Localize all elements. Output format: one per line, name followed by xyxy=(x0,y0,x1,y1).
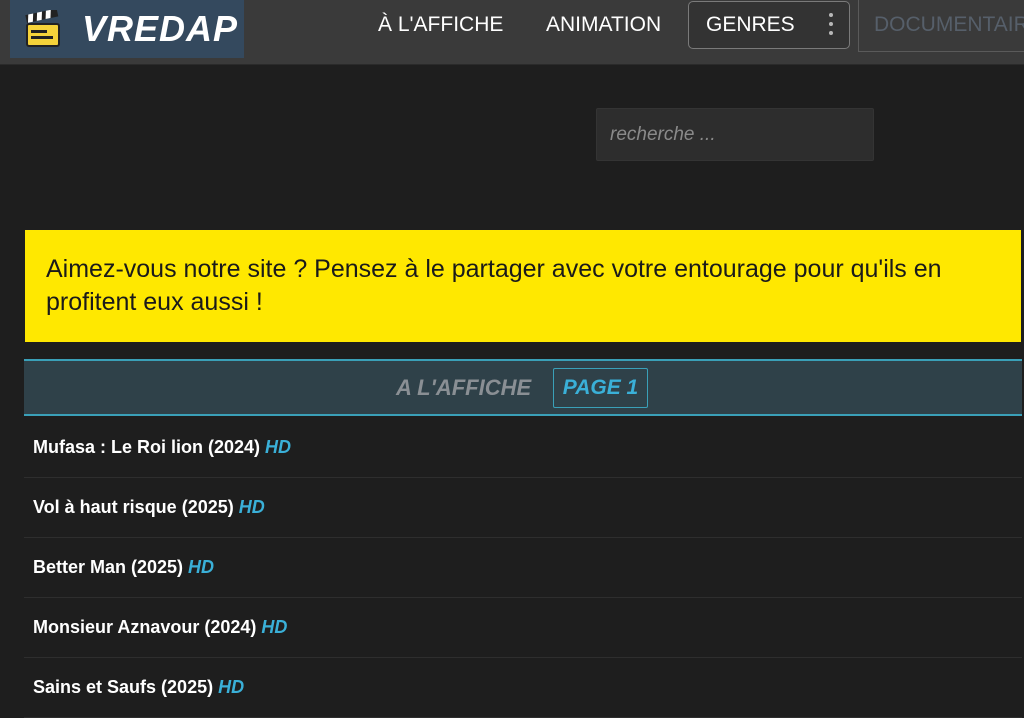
movie-title[interactable]: Better Man (2025) xyxy=(33,557,183,577)
movie-list-item[interactable]: Better Man (2025) HD xyxy=(24,538,1022,598)
quality-badge: HD xyxy=(218,677,245,697)
movie-title[interactable]: Monsieur Aznavour (2024) xyxy=(33,617,256,637)
quality-badge: HD xyxy=(265,437,292,457)
movie-list-item[interactable]: Sains et Saufs (2025) HD xyxy=(24,658,1022,718)
quality-badge: HD xyxy=(238,497,265,517)
movie-list-item[interactable]: Mufasa : Le Roi lion (2024) HD xyxy=(24,418,1022,478)
search-input[interactable] xyxy=(596,108,874,161)
nav-link-a-l-affiche[interactable]: À L'AFFICHE xyxy=(378,0,503,50)
movie-title[interactable]: Sains et Saufs (2025) xyxy=(33,677,213,697)
nav-genres-dropdown[interactable]: GENRES xyxy=(688,1,850,49)
site-logo[interactable]: VREDAP xyxy=(10,0,244,58)
section-header: A L'AFFICHE PAGE 1 xyxy=(24,359,1022,416)
top-navigation-bar: VREDAP À L'AFFICHE ANIMATION GENRES DOCU… xyxy=(0,0,1024,65)
movie-list-item[interactable]: Monsieur Aznavour (2024) HD xyxy=(24,598,1022,658)
nav-genres-label: GENRES xyxy=(706,13,795,36)
kebab-menu-icon xyxy=(829,13,833,37)
clapperboard-icon xyxy=(25,10,60,47)
movie-title[interactable]: Vol à haut risque (2025) xyxy=(33,497,234,517)
nav-link-animation[interactable]: ANIMATION xyxy=(546,0,661,50)
section-title: A L'AFFICHE xyxy=(396,375,532,400)
share-banner: Aimez-vous notre site ? Pensez à le part… xyxy=(25,230,1021,342)
quality-badge: HD xyxy=(261,617,288,637)
movie-title[interactable]: Mufasa : Le Roi lion (2024) xyxy=(33,437,260,457)
nav-link-documentaire[interactable]: DOCUMENTAIRE xyxy=(858,0,1024,52)
movie-list-item[interactable]: Vol à haut risque (2025) HD xyxy=(24,478,1022,538)
quality-badge: HD xyxy=(188,557,215,577)
movie-list: Mufasa : Le Roi lion (2024) HD Vol à haut… xyxy=(24,418,1022,718)
page-badge[interactable]: PAGE 1 xyxy=(553,368,648,408)
site-logo-text: VREDAP xyxy=(82,8,239,49)
